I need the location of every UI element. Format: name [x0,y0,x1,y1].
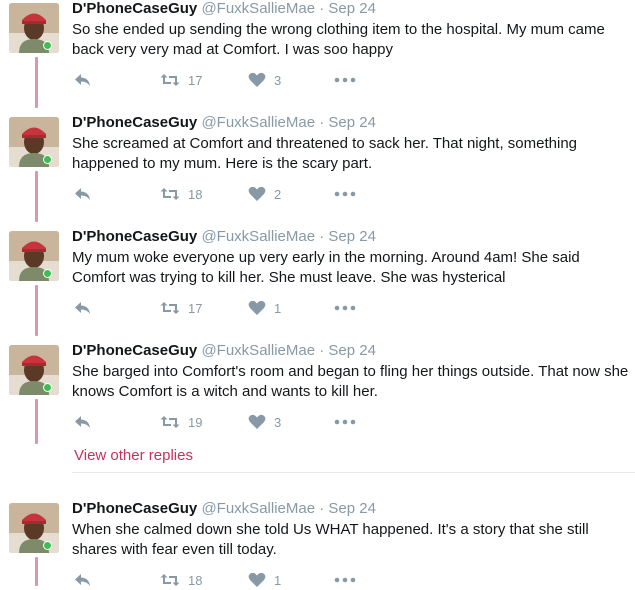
more-button[interactable] [334,414,356,430]
separator: · [319,342,325,359]
more-button[interactable] [334,300,356,316]
tweet-date[interactable]: Sep 24 [328,0,376,17]
like-count: 3 [274,414,282,430]
view-other-replies-link[interactable]: View other replies [74,447,193,464]
reply-icon [75,302,90,314]
retweet-button[interactable]: 17 [160,300,202,316]
tweet[interactable]: D'PhoneCaseGuy @FuxkSallieMae · Sep 24 S… [0,342,635,442]
like-count: 2 [274,186,282,202]
reply-button[interactable] [74,300,92,316]
heart-icon [248,300,266,315]
tweet-date[interactable]: Sep 24 [328,342,376,359]
separator: · [319,0,325,17]
reply-icon [75,74,90,86]
retweet-count: 18 [188,186,203,202]
more-icon [334,419,356,425]
tweet[interactable]: D'PhoneCaseGuy @FuxkSallieMae · Sep 24 W… [0,500,635,588]
author-handle[interactable]: @FuxkSallieMae [201,228,315,245]
author-handle[interactable]: @FuxkSallieMae [201,342,315,359]
heart-icon [248,186,266,201]
online-indicator [43,541,52,550]
tweet[interactable]: D'PhoneCaseGuy @FuxkSallieMae · Sep 24 S… [0,114,635,214]
retweet-icon [160,416,180,428]
tweet-date[interactable]: Sep 24 [328,500,376,517]
retweet-icon [160,74,180,86]
tweet-header: D'PhoneCaseGuy @FuxkSallieMae · Sep 24 [72,342,376,360]
separator: · [319,114,325,131]
heart-icon [248,72,266,87]
tweet-header: D'PhoneCaseGuy @FuxkSallieMae · Sep 24 [72,114,376,132]
retweet-button[interactable]: 19 [160,414,202,430]
heart-icon [248,414,266,429]
more-icon [334,305,356,311]
tweet-header: D'PhoneCaseGuy @FuxkSallieMae · Sep 24 [72,500,376,518]
separator: · [319,228,325,245]
tweet-date[interactable]: Sep 24 [328,114,376,131]
retweet-count: 19 [188,414,203,430]
like-button[interactable]: 1 [248,300,281,316]
author-name[interactable]: D'PhoneCaseGuy [72,500,197,517]
tweet-header: D'PhoneCaseGuy @FuxkSallieMae · Sep 24 [72,0,376,18]
tweet-text: She barged into Comfort's room and began… [72,363,629,400]
more-icon [334,77,356,83]
online-indicator [43,269,52,278]
like-count: 1 [274,300,282,316]
online-indicator [43,41,52,50]
retweet-count: 17 [188,300,203,316]
author-handle[interactable]: @FuxkSallieMae [201,114,315,131]
like-button[interactable]: 2 [248,186,281,202]
author-name[interactable]: D'PhoneCaseGuy [72,342,197,359]
more-icon [334,191,356,197]
tweet-text: My mum woke everyone up very early in th… [72,249,580,286]
retweet-count: 18 [188,572,203,588]
tweet-text: She screamed at Comfort and threatened t… [72,135,578,172]
tweet-header: D'PhoneCaseGuy @FuxkSallieMae · Sep 24 [72,228,376,246]
retweet-count: 17 [188,72,203,88]
author-name[interactable]: D'PhoneCaseGuy [72,0,197,17]
divider [72,472,635,473]
reply-icon [75,188,90,200]
like-count: 1 [274,572,282,588]
reply-button[interactable] [74,72,92,88]
tweet[interactable]: D'PhoneCaseGuy @FuxkSallieMae · Sep 24 S… [0,0,635,100]
tweet[interactable]: D'PhoneCaseGuy @FuxkSallieMae · Sep 24 M… [0,228,635,328]
like-count: 3 [274,72,282,88]
retweet-button[interactable]: 18 [160,186,202,202]
author-handle[interactable]: @FuxkSallieMae [201,0,315,17]
like-button[interactable]: 3 [248,414,281,430]
separator: · [319,500,325,517]
author-handle[interactable]: @FuxkSallieMae [201,500,315,517]
online-indicator [43,383,52,392]
more-button[interactable] [334,72,356,88]
reply-icon [75,416,90,428]
retweet-icon [160,302,180,314]
tweet-text: So she ended up sending the wrong clothi… [72,21,605,58]
tweet-text: When she calmed down she told Us WHAT ha… [72,521,589,558]
reply-button[interactable] [74,414,92,430]
more-button[interactable] [334,186,356,202]
retweet-button[interactable]: 17 [160,72,202,88]
online-indicator [43,155,52,164]
like-button[interactable]: 3 [248,72,281,88]
author-name[interactable]: D'PhoneCaseGuy [72,114,197,131]
reply-button[interactable] [74,186,92,202]
tweet-date[interactable]: Sep 24 [328,228,376,245]
retweet-icon [160,188,180,200]
author-name[interactable]: D'PhoneCaseGuy [72,228,197,245]
